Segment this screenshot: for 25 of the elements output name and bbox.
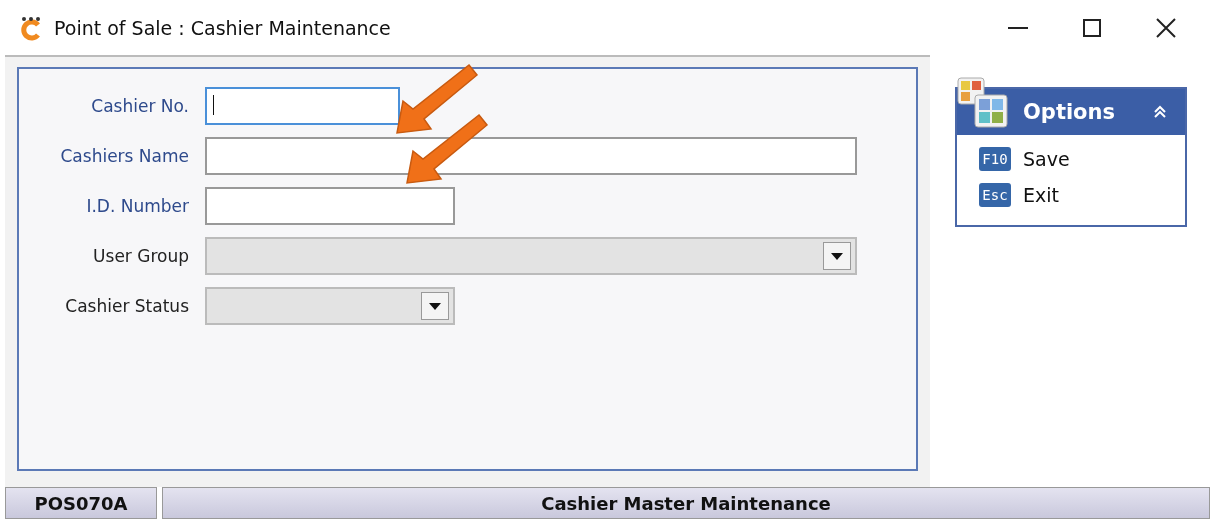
caret-icon (429, 302, 441, 310)
minimize-icon[interactable] (1008, 26, 1028, 29)
text-field[interactable] (205, 137, 857, 175)
status-code: POS070A (5, 487, 157, 519)
options-title: Options (1023, 100, 1115, 124)
maximize-icon[interactable] (1083, 18, 1101, 37)
text-cursor (213, 95, 214, 115)
text-field[interactable] (205, 87, 400, 125)
status-title: Cashier Master Maintenance (162, 487, 1210, 519)
shortcut-key: F10 (979, 147, 1011, 171)
field-label: Cashiers Name (59, 146, 189, 166)
field-label: I.D. Number (85, 196, 189, 216)
field-label: Cashier Status (64, 296, 189, 316)
dropdown-field[interactable] (205, 237, 857, 275)
window-title: Point of Sale : Cashier Maintenance (54, 16, 391, 39)
dropdown-field[interactable] (205, 287, 455, 325)
field-label: Cashier No. (90, 96, 189, 116)
collapse-icon[interactable] (1153, 105, 1167, 119)
field-label: User Group (92, 246, 189, 266)
close-icon[interactable] (1156, 17, 1176, 38)
shortcut-key: Esc (979, 183, 1011, 207)
caret-icon (831, 252, 843, 260)
option-link[interactable]: Exit (1023, 184, 1059, 206)
option-link[interactable]: Save (1023, 148, 1070, 170)
text-field[interactable] (205, 187, 455, 225)
